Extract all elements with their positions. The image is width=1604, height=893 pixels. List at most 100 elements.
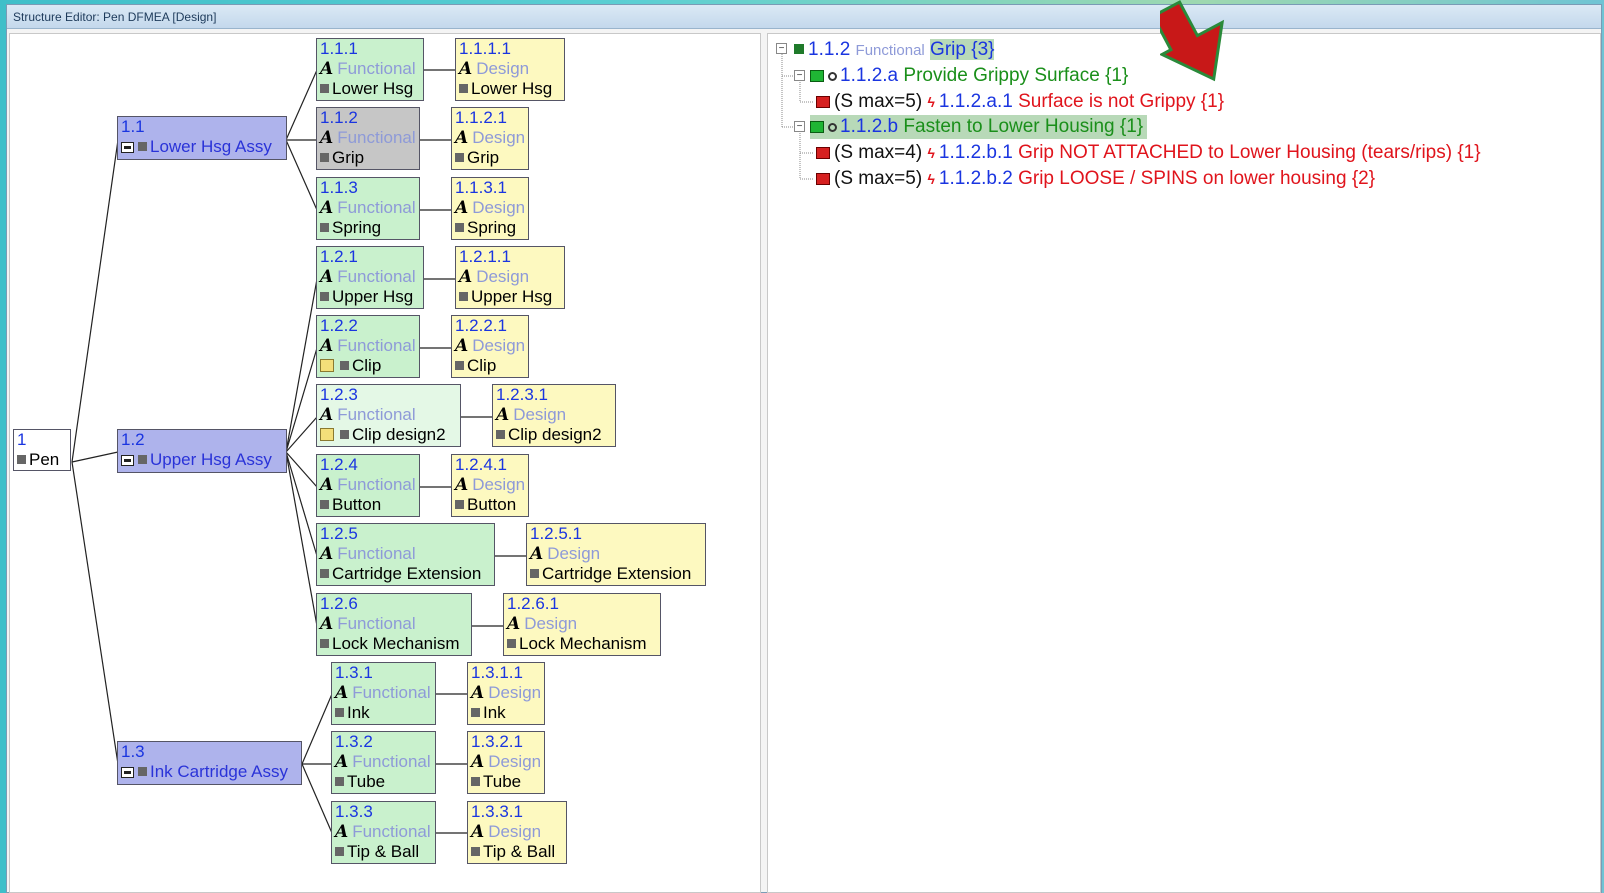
tree-node-design[interactable]: 1.1.3.1 A Design Spring bbox=[451, 177, 529, 240]
node-square-icon bbox=[455, 361, 464, 370]
node-kind: Functional bbox=[352, 752, 431, 771]
node-kind: Design bbox=[472, 475, 526, 494]
tree-node-assy[interactable]: 1.1 Lower Hsg Assy bbox=[117, 116, 287, 160]
node-number: 1.3.2.1 bbox=[471, 732, 523, 751]
tree-node-design[interactable]: 1.2.1.1 A Design Upper Hsg bbox=[455, 246, 565, 309]
node-label: Ink Cartridge Assy bbox=[150, 762, 288, 781]
tree-node-assy[interactable]: 1.2 Upper Hsg Assy bbox=[117, 429, 287, 473]
tree-node-functional-selected[interactable]: 1.1.2 A Functional Grip bbox=[316, 107, 420, 170]
node-square-icon bbox=[320, 639, 329, 648]
node-number: 1.1.1 bbox=[320, 39, 358, 58]
window-title: Structure Editor: Pen DFMEA [Design] bbox=[7, 5, 1601, 29]
tree-node-design[interactable]: 1.2.3.1 A Design Clip design2 bbox=[492, 384, 616, 447]
tree-node-functional[interactable]: 1.3.1 A Functional Ink bbox=[331, 662, 436, 725]
function-tree-root[interactable]: 1.1.2 Functional Grip {3} bbox=[794, 38, 995, 63]
expand-toggle[interactable]: − bbox=[794, 70, 805, 81]
node-label: Tube bbox=[347, 772, 386, 791]
node-kind: Design bbox=[513, 405, 567, 424]
function-square-icon bbox=[794, 44, 804, 54]
node-square-icon bbox=[455, 500, 464, 509]
collapse-icon[interactable] bbox=[121, 767, 134, 778]
failure-number: 1.1.2.a.1 bbox=[938, 91, 1013, 112]
tree-node-functional[interactable]: 1.2.3 A Functional Clip design2 bbox=[316, 384, 461, 447]
tree-node-functional[interactable]: 1.2.1 A Functional Upper Hsg bbox=[316, 246, 424, 309]
attribute-icon: A bbox=[459, 267, 473, 287]
node-label: Tip & Ball bbox=[347, 842, 420, 861]
structure-tree-pane[interactable]: 1 Pen 1.1 Lower Hsg Assy 1.2 Upper Hsg A… bbox=[9, 33, 761, 893]
attribute-icon: A bbox=[507, 614, 521, 634]
attribute-icon: A bbox=[335, 752, 349, 772]
function-row[interactable]: 1.1.2.a Provide Grippy Surface {1} bbox=[810, 64, 1128, 88]
tree-node-assy[interactable]: 1.3 Ink Cartridge Assy bbox=[117, 741, 302, 785]
node-kind: Functional bbox=[337, 405, 416, 424]
node-label: Lower Hsg bbox=[332, 79, 414, 98]
tree-node-design[interactable]: 1.3.1.1 A Design Ink bbox=[467, 662, 545, 725]
function-label: Provide Grippy Surface {1} bbox=[903, 65, 1129, 86]
node-label: Lock Mechanism bbox=[332, 634, 460, 653]
node-kind: Design bbox=[488, 683, 542, 702]
attribute-icon: A bbox=[455, 475, 469, 495]
root-label: Grip {3} bbox=[930, 39, 995, 60]
collapse-icon[interactable] bbox=[121, 455, 134, 466]
function-row-selected[interactable]: 1.1.2.b Fasten to Lower Housing {1} bbox=[810, 115, 1148, 139]
node-kind: Functional bbox=[352, 683, 431, 702]
node-square-icon bbox=[320, 500, 329, 509]
node-number: 1.2.1 bbox=[320, 247, 358, 266]
tree-node-functional[interactable]: 1.1.3 A Functional Spring bbox=[316, 177, 420, 240]
attribute-icon: A bbox=[335, 683, 349, 703]
node-label: Ink bbox=[347, 703, 370, 722]
tree-node-design[interactable]: 1.1.1.1 A Design Lower Hsg bbox=[455, 38, 565, 101]
failure-number: 1.1.2.b.1 bbox=[938, 142, 1013, 163]
node-label: Pen bbox=[29, 450, 60, 469]
node-kind: Design bbox=[524, 614, 578, 633]
tree-node-design[interactable]: 1.3.3.1 A Design Tip & Ball bbox=[467, 801, 567, 864]
node-label: Clip design2 bbox=[352, 425, 446, 444]
tree-node-design[interactable]: 1.1.2.1 A Design Grip bbox=[451, 107, 529, 170]
callout-arrow-icon bbox=[1160, 0, 1225, 82]
node-kind: Functional bbox=[337, 128, 416, 147]
expand-toggle[interactable]: − bbox=[776, 43, 787, 54]
tree-node-design[interactable]: 1.2.5.1 A Design Cartridge Extension bbox=[526, 523, 706, 586]
tree-node-functional[interactable]: 1.3.2 A Functional Tube bbox=[331, 731, 436, 794]
failure-row[interactable]: (S max=4) ϟ 1.1.2.b.1 Grip NOT ATTACHED t… bbox=[816, 141, 1481, 165]
failure-label: Surface is not Grippy {1} bbox=[1018, 91, 1225, 112]
node-square-icon bbox=[459, 292, 468, 301]
tree-node-functional[interactable]: 1.2.2 A Functional Clip bbox=[316, 315, 420, 378]
node-label: Button bbox=[332, 495, 382, 514]
failure-row[interactable]: (S max=5) ϟ 1.1.2.a.1 Surface is not Grip… bbox=[816, 90, 1224, 114]
node-square-icon bbox=[138, 142, 147, 151]
failure-row[interactable]: (S max=5) ϟ 1.1.2.b.2 Grip LOOSE / SPINS … bbox=[816, 167, 1375, 191]
tree-node-functional[interactable]: 1.2.6 A Functional Lock Mechanism bbox=[316, 593, 472, 656]
node-label: Cartridge Extension bbox=[332, 564, 482, 583]
tree-node-root[interactable]: 1 Pen bbox=[13, 429, 71, 471]
attribute-icon: A bbox=[530, 544, 544, 564]
attribute-icon: A bbox=[320, 128, 334, 148]
note-icon[interactable] bbox=[320, 359, 334, 372]
node-number: 1.2.3.1 bbox=[496, 385, 548, 404]
tree-node-design[interactable]: 1.2.4.1 A Design Button bbox=[451, 454, 529, 517]
attribute-icon: A bbox=[320, 59, 334, 79]
node-square-icon bbox=[455, 153, 464, 162]
tree-node-functional[interactable]: 1.2.4 A Functional Button bbox=[316, 454, 420, 517]
node-number: 1.2.2 bbox=[320, 316, 358, 335]
expand-toggle[interactable]: − bbox=[794, 121, 805, 132]
node-square-icon bbox=[340, 430, 349, 439]
collapse-icon[interactable] bbox=[121, 142, 134, 153]
node-number: 1.2.4 bbox=[320, 455, 358, 474]
tree-node-design[interactable]: 1.2.6.1 A Design Lock Mechanism bbox=[503, 593, 661, 656]
node-number: 1.1 bbox=[121, 117, 145, 136]
node-square-icon bbox=[471, 777, 480, 786]
note-icon[interactable] bbox=[320, 428, 334, 441]
function-tree-pane[interactable]: − 1.1.2 Functional Grip {3} − 1.1.2.a Pr… bbox=[767, 33, 1601, 893]
node-label: Cartridge Extension bbox=[542, 564, 692, 583]
tree-node-functional[interactable]: 1.2.5 A Functional Cartridge Extension bbox=[316, 523, 495, 586]
node-square-icon bbox=[335, 847, 344, 856]
tree-node-design[interactable]: 1.2.2.1 A Design Clip bbox=[451, 315, 529, 378]
attribute-icon: A bbox=[496, 405, 510, 425]
failure-bolt-icon: ϟ bbox=[927, 94, 935, 110]
node-label: Lower Hsg Assy bbox=[150, 137, 272, 156]
attribute-icon: A bbox=[320, 544, 334, 564]
tree-node-functional[interactable]: 1.3.3 A Functional Tip & Ball bbox=[331, 801, 436, 864]
tree-node-design[interactable]: 1.3.2.1 A Design Tube bbox=[467, 731, 545, 794]
tree-node-functional[interactable]: 1.1.1 A Functional Lower Hsg bbox=[316, 38, 424, 101]
